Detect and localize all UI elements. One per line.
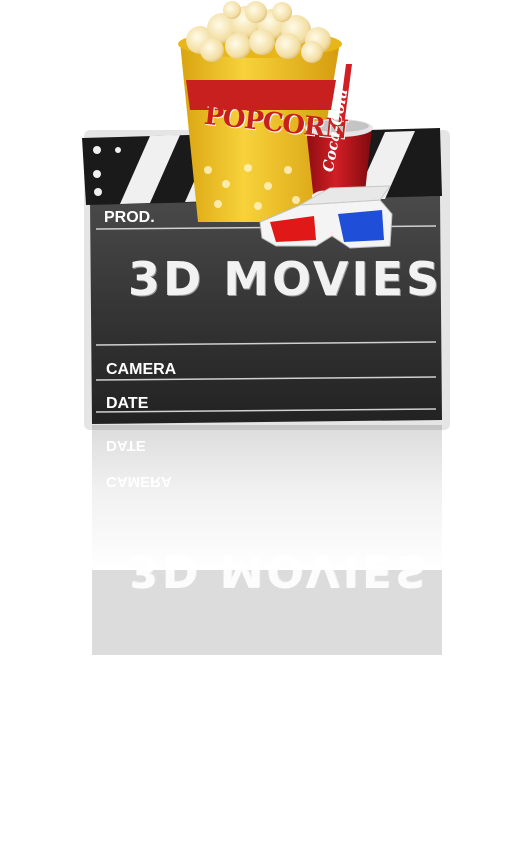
date-label: DATE xyxy=(106,395,149,412)
prod-label: PROD. xyxy=(104,209,155,226)
camera-label: CAMERA xyxy=(106,361,177,378)
board-title: 3D MOVIES xyxy=(128,252,443,306)
movie-clapboard-illustration: DATE CAMERA 3D MOVIES xyxy=(0,0,507,655)
